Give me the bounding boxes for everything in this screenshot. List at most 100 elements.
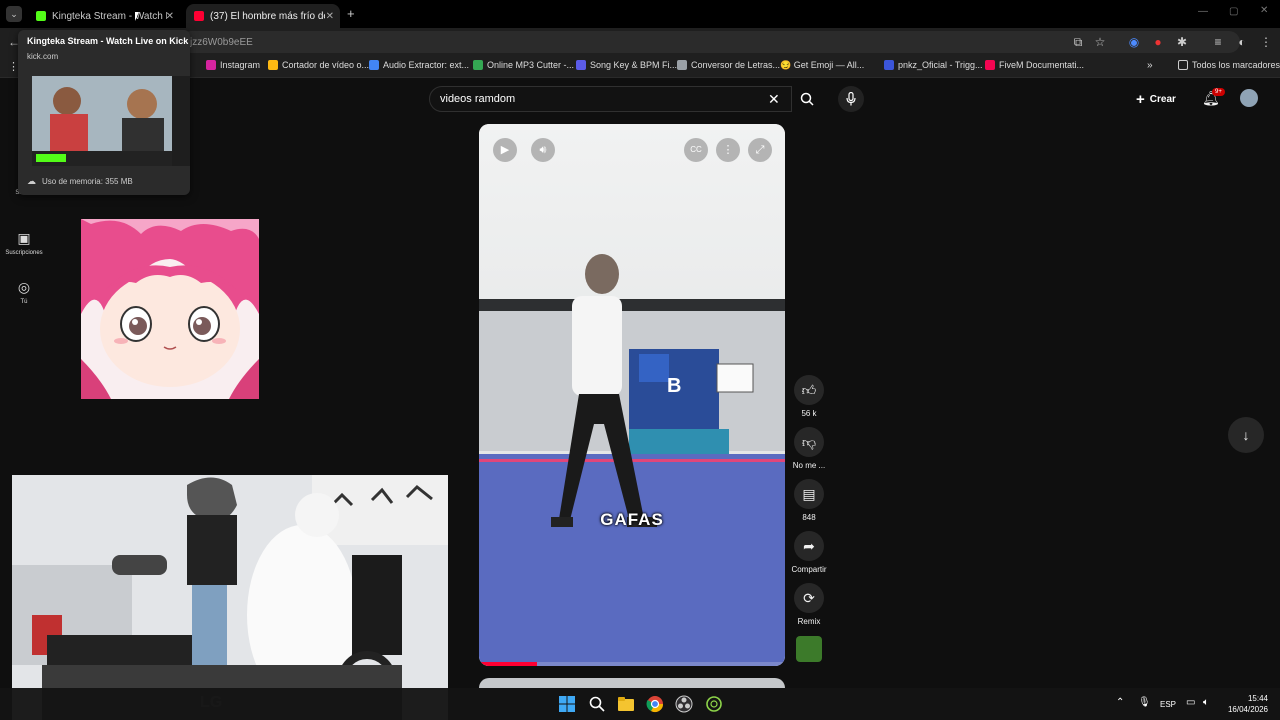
bookmarks-overflow-icon[interactable]: » <box>1147 60 1153 71</box>
bookmark-pnkz[interactable]: pnkz_Oficial - Trigg... <box>884 60 983 70</box>
remix-button[interactable]: ⟳ Remix <box>788 583 830 626</box>
memory-icon: ☁︎ <box>27 176 36 186</box>
dislike-button[interactable]: 👎︎ No me ... <box>788 427 830 470</box>
close-icon[interactable]: ✕ <box>326 11 334 22</box>
next-video-thumbnail[interactable] <box>479 678 785 688</box>
search-input[interactable]: videos ramdom ✕ <box>429 86 792 112</box>
search-icon[interactable] <box>792 86 822 112</box>
speaker-icon[interactable]: 🔈︎ <box>1203 697 1209 708</box>
language-indicator[interactable]: ESP <box>1160 700 1176 709</box>
bookmark-video-cutter[interactable]: Cortador de vídeo o... <box>268 60 369 70</box>
file-explorer-icon[interactable] <box>617 695 635 713</box>
system-clock[interactable]: 15:44 16/04/2026 <box>1220 693 1268 715</box>
tab-title: (37) El hombre más frío de la historia <box>210 10 325 22</box>
extension-wave-icon[interactable]: ◉ <box>1126 34 1142 50</box>
network-icon[interactable]: ▭ <box>1186 697 1195 708</box>
avatar[interactable] <box>1240 89 1258 107</box>
like-button[interactable]: 👍︎ 56 k <box>788 375 830 418</box>
sign-letter: B <box>667 375 681 397</box>
clear-icon[interactable]: ✕ <box>768 91 780 108</box>
bookmark-fivem[interactable]: FiveM Documentati... <box>985 60 1084 70</box>
xbox-app-icon[interactable] <box>705 695 723 713</box>
dislike-label: No me ... <box>792 461 826 470</box>
bookmark-label: Conversor de Letras... <box>691 60 781 70</box>
show-hidden-icons-chevron-icon[interactable]: ⌃ <box>1116 697 1124 708</box>
bookmark-label: 😏 Get Emoji — All... <box>780 60 865 70</box>
close-icon[interactable]: ✕ <box>166 11 174 22</box>
windows-start-icon[interactable] <box>558 695 576 713</box>
pnkz-icon <box>884 60 894 70</box>
create-label: Crear <box>1149 93 1176 105</box>
bookmark-label: Todos los marcadores <box>1192 60 1280 70</box>
extension-red-icon[interactable]: ● <box>1150 34 1166 50</box>
progress-bar[interactable] <box>479 662 785 666</box>
rail-subscriptions[interactable]: ▣ Suscripciones <box>0 230 48 256</box>
remix-icon: ⟳ <box>794 583 824 613</box>
rail-you[interactable]: ◎ Tú <box>0 279 48 305</box>
folder-icon <box>1178 60 1188 70</box>
captions-icon[interactable]: CC <box>684 138 708 162</box>
bookmark-label: FiveM Documentati... <box>999 60 1085 70</box>
bookmark-get-emoji[interactable]: 😏 Get Emoji — All... <box>780 60 864 71</box>
tab-title: Kingteka Stream - Watch Live on Kick <box>52 10 167 22</box>
chrome-icon[interactable] <box>646 695 664 713</box>
remix-label: Remix <box>797 617 821 626</box>
bookmark-letter-converter[interactable]: Conversor de Letras... <box>677 60 780 70</box>
play-icon[interactable]: ▶ <box>493 138 517 162</box>
window-close-button[interactable]: ✕ <box>1260 5 1268 16</box>
media-control-icon[interactable]: ≡ <box>1210 34 1226 50</box>
video-caption: GAFAS <box>600 510 664 529</box>
anime-girl-image <box>81 219 259 399</box>
taskbar-search-icon[interactable] <box>588 695 606 713</box>
you-icon: ◎ <box>17 279 31 295</box>
extensions-puzzle-icon[interactable]: ✱ <box>1174 34 1190 50</box>
profile-icon[interactable]: ◐ <box>1234 34 1250 50</box>
bookmark-audio-extractor[interactable]: Audio Extractor: ext... <box>369 60 469 70</box>
install-app-icon[interactable]: ⧉ <box>1070 34 1086 50</box>
microphone-icon[interactable] <box>838 86 864 112</box>
mp3-icon <box>473 60 483 70</box>
channel-avatar[interactable] <box>796 636 822 662</box>
microphone-tray-icon[interactable]: 🎙︎ <box>1138 697 1151 708</box>
create-button[interactable]: + Crear <box>1136 88 1176 110</box>
bookmark-mp3-cutter[interactable]: Online MP3 Cutter -... <box>473 60 574 70</box>
address-bar-row: ← jzz6W0b9eEE ⧉ ☆ ◉ ● ✱ ≡ ◐ ⋮ <box>0 28 1280 56</box>
bookmark-label: Cortador de vídeo o... <box>282 60 370 70</box>
more-options-icon[interactable]: ⋮ <box>716 138 740 162</box>
menu-kebab-icon[interactable]: ⋮ <box>1258 34 1274 50</box>
bookmark-song-key[interactable]: Song Key & BPM Fi... <box>576 60 677 70</box>
converter-icon <box>677 60 687 70</box>
new-tab-button[interactable]: + <box>347 6 355 21</box>
cutter-icon <box>268 60 278 70</box>
comment-icon: ▤ <box>794 479 824 509</box>
minimize-button[interactable]: — <box>1198 6 1208 17</box>
volume-icon[interactable]: 🔊︎ <box>531 138 555 162</box>
windows-taskbar: ⌃ 🎙︎ ▭ 🔈︎ <box>0 688 1280 720</box>
bookmark-instagram[interactable]: Instagram <box>206 60 260 70</box>
bookmark-label: Online MP3 Cutter -... <box>487 60 575 70</box>
bookmark-star-icon[interactable]: ☆ <box>1092 34 1108 50</box>
memory-text: Uso de memoria: 355 MB <box>42 177 133 186</box>
fullscreen-icon[interactable]: ⤢ <box>748 138 772 162</box>
maximize-button[interactable]: ▢ <box>1229 6 1238 17</box>
tab-search-button[interactable]: ⌄ <box>6 6 22 22</box>
memory-usage: ☁︎ Uso de memoria: 355 MB <box>27 176 133 187</box>
tab-kick[interactable]: Kingteka Stream - Watch Live on Kick ✕ <box>28 4 180 28</box>
subscriptions-icon: ▣ <box>17 230 31 246</box>
plus-icon: + <box>1136 90 1145 108</box>
comments-button[interactable]: ▤ 848 <box>788 479 830 522</box>
share-label: Compartir <box>791 565 827 574</box>
hover-card-title: Kingteka Stream - Watch Live on Kick <box>27 36 189 46</box>
obs-icon[interactable] <box>675 695 693 713</box>
next-video-arrow-icon[interactable]: ↓ <box>1228 417 1264 453</box>
bookmark-all-folder[interactable]: Todos los marcadores <box>1178 60 1280 70</box>
tab-youtube[interactable]: (37) El hombre más frío de la historia ✕ <box>186 4 340 28</box>
subscriptions-label: Suscripciones <box>5 250 43 256</box>
tab-strip: ⌄ Kingteka Stream - Watch Live on Kick ✕… <box>0 0 1280 28</box>
mouse-cursor-icon <box>135 12 139 21</box>
share-button[interactable]: ➦ Compartir <box>788 531 830 574</box>
shorts-video-player[interactable]: B ▶ 🔊︎ CC ⋮ ⤢ GAFAS <box>479 124 785 666</box>
clock-date: 16/04/2026 <box>1227 705 1268 714</box>
fivem-icon <box>985 60 995 70</box>
notification-badge: 9+ <box>1212 88 1225 96</box>
